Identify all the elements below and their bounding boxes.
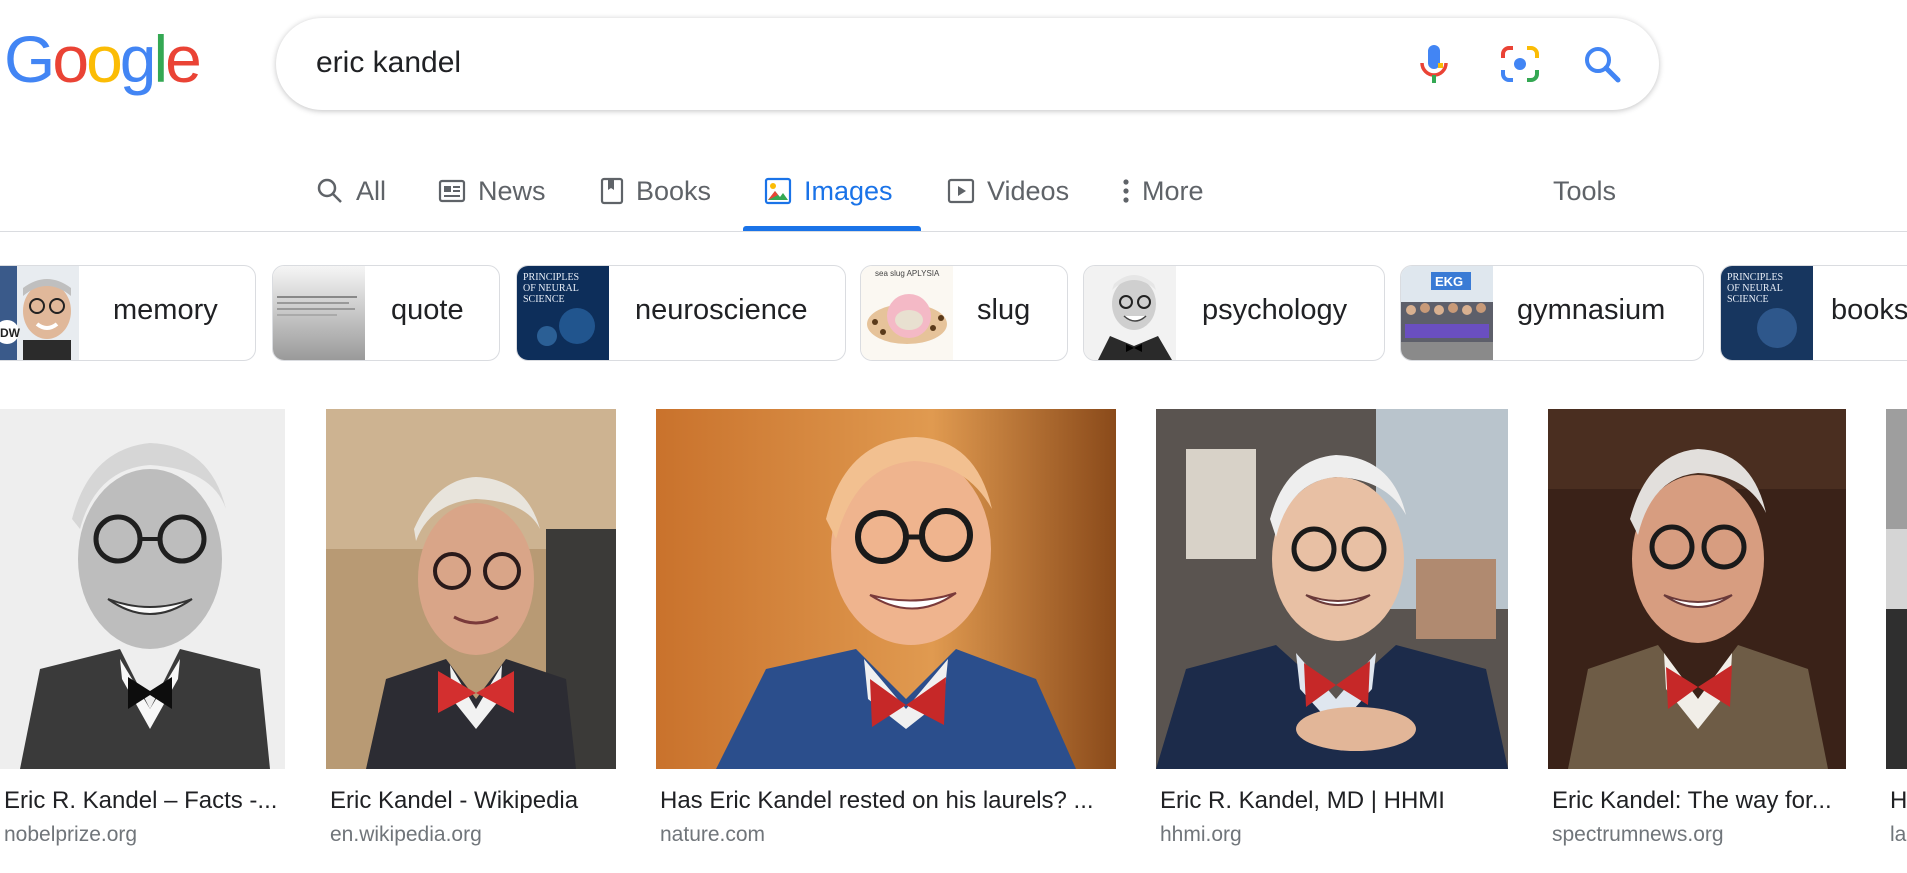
result-image[interactable] xyxy=(1156,409,1508,769)
chip-thumbnail: PRINCIPLES OF NEURAL SCIENCE xyxy=(1721,266,1813,360)
logo-letter: G xyxy=(4,22,55,96)
chip-slug[interactable]: sea slug APLYSIA slug xyxy=(860,265,1068,361)
chip-thumbnail: DW xyxy=(0,266,79,360)
result-image[interactable] xyxy=(1548,409,1846,769)
logo-letter: g xyxy=(119,22,157,96)
svg-text:OF NEURAL: OF NEURAL xyxy=(1727,283,1783,294)
tab-label: Images xyxy=(804,175,893,206)
thumb-text: sea slug APLYSIA xyxy=(875,269,940,278)
result-image[interactable] xyxy=(0,409,285,769)
svg-text:DW: DW xyxy=(0,326,21,340)
chip-thumbnail: PRINCIPLES OF NEURAL SCIENCE xyxy=(517,266,609,360)
logo-letter: e xyxy=(165,22,202,96)
logo-letter: o xyxy=(86,22,123,96)
result-image[interactable] xyxy=(656,409,1116,769)
tools-button[interactable]: Tools xyxy=(1553,168,1616,214)
result-title[interactable]: Has Eric Kandel rested on his laurels? .… xyxy=(660,787,1116,815)
result-source: nobelprize.org xyxy=(4,823,138,846)
chip-psychology[interactable]: psychology xyxy=(1083,265,1385,361)
chip-neuroscience[interactable]: PRINCIPLES OF NEURAL SCIENCE neuroscienc… xyxy=(516,265,846,361)
thumb-text: PRINCIPLES xyxy=(523,272,579,283)
search-tabs: All News Books Images Videos More Tools xyxy=(0,150,1907,232)
tab-news[interactable]: News xyxy=(438,168,546,214)
search-bar[interactable]: eric kandel xyxy=(276,18,1659,110)
result-title[interactable]: H xyxy=(1890,787,1907,815)
chip-gymnasium[interactable]: EKG gymnasium xyxy=(1400,265,1704,361)
refinement-chips: DW memory quote PRINCIPLES OF NEURAL SCI… xyxy=(0,265,1907,361)
chip-thumbnail xyxy=(1084,266,1176,360)
microphone-icon[interactable] xyxy=(1410,40,1458,88)
result-source: nature.com xyxy=(660,823,766,846)
result-title[interactable]: Eric Kandel: The way for... xyxy=(1552,787,1846,815)
tab-more[interactable]: More xyxy=(1122,168,1204,214)
tab-images[interactable]: Images xyxy=(764,168,893,214)
chip-quote[interactable]: quote xyxy=(272,265,500,361)
chip-label: quote xyxy=(391,294,464,326)
search-input[interactable]: eric kandel xyxy=(316,46,461,80)
camera-lens-icon[interactable] xyxy=(1496,40,1544,88)
thumb-text: PRINCIPLES xyxy=(1727,272,1783,283)
chip-thumbnail: EKG xyxy=(1401,266,1493,360)
chip-label: slug xyxy=(977,294,1031,326)
tab-label: More xyxy=(1142,175,1204,206)
result-image[interactable] xyxy=(1886,409,1907,769)
svg-text:OF NEURAL: OF NEURAL xyxy=(523,283,579,294)
result-title[interactable]: Eric Kandel - Wikipedia xyxy=(330,787,616,815)
chip-label: gymnasium xyxy=(1517,294,1666,326)
play-icon xyxy=(947,178,975,204)
chip-label: memory xyxy=(113,294,218,326)
result-source: spectrumnews.org xyxy=(1552,823,1724,846)
result-source: hhmi.org xyxy=(1160,823,1242,846)
tab-label: Videos xyxy=(987,175,1070,206)
newspaper-icon xyxy=(438,179,466,203)
tab-videos[interactable]: Videos xyxy=(947,168,1069,214)
result-title[interactable]: Eric R. Kandel – Facts -... xyxy=(4,787,285,815)
logo-letter: l xyxy=(153,22,169,96)
chip-label: neuroscience xyxy=(635,294,808,326)
svg-text:SCIENCE: SCIENCE xyxy=(1727,294,1769,305)
logo-letter: o xyxy=(52,22,89,96)
image-icon xyxy=(764,177,792,205)
chip-thumbnail xyxy=(273,266,365,360)
result-source: en.wikipedia.org xyxy=(330,823,482,846)
result-image[interactable] xyxy=(326,409,616,769)
thumb-text: EKG xyxy=(1435,274,1463,289)
chip-thumbnail: sea slug APLYSIA xyxy=(861,266,953,360)
chip-label: books xyxy=(1831,294,1907,326)
tab-label: Books xyxy=(636,175,712,206)
more-vert-icon xyxy=(1123,179,1129,203)
tab-label: News xyxy=(478,175,546,206)
result-source: la xyxy=(1890,823,1907,846)
google-logo[interactable]: Google xyxy=(4,22,202,96)
chip-books[interactable]: PRINCIPLES OF NEURAL SCIENCE books xyxy=(1720,265,1907,361)
result-title[interactable]: Eric R. Kandel, MD | HHMI xyxy=(1160,787,1508,815)
book-icon xyxy=(600,177,624,205)
tab-label: All xyxy=(356,175,387,206)
search-submit-icon[interactable] xyxy=(1578,40,1626,88)
tab-books[interactable]: Books xyxy=(600,168,711,214)
chip-label: psychology xyxy=(1202,294,1348,326)
svg-text:SCIENCE: SCIENCE xyxy=(523,294,565,305)
active-tab-indicator xyxy=(743,226,921,231)
search-icon xyxy=(317,178,342,203)
chip-memory[interactable]: DW memory xyxy=(0,265,256,361)
tab-all[interactable]: All xyxy=(316,168,386,214)
tools-label: Tools xyxy=(1553,175,1617,206)
